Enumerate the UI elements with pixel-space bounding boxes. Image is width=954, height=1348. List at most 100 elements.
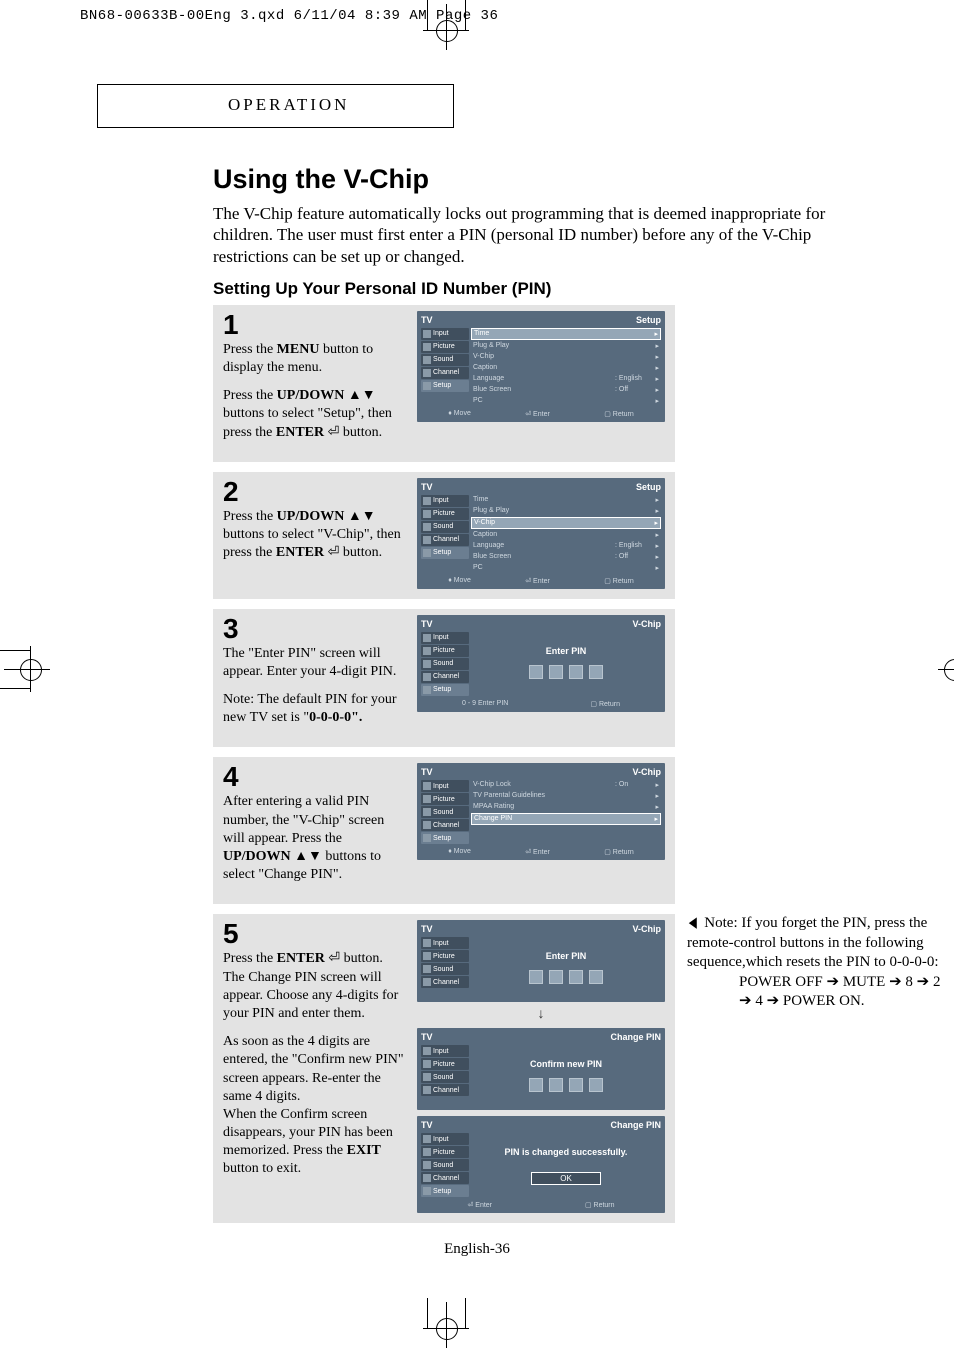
osd-tab-icon [423, 1135, 431, 1143]
pin-entry-boxes [471, 1078, 661, 1092]
chevron-right-icon: ▸ [652, 330, 658, 338]
pin-digit-box [549, 970, 563, 984]
pin-digit-box [589, 665, 603, 679]
section-label: OPERATION [228, 95, 349, 115]
osd-tv-label: TV [421, 482, 433, 492]
osd-menu-item: Plug & Play▸ [471, 341, 661, 351]
pin-digit-box [569, 1078, 583, 1092]
chevron-right-icon: ▸ [653, 542, 659, 550]
osd-center-text: Confirm new PIN [471, 1059, 661, 1069]
osd-menu-item: Time▸ [471, 495, 661, 505]
osd-menu-item: V-Chip Lock: On▸ [471, 780, 661, 790]
osd-tab: Picture [421, 341, 469, 353]
osd-foot-return: ▢ Return [604, 848, 634, 856]
osd-tab-icon [423, 343, 431, 351]
note-pointer-icon: ◀ [689, 914, 697, 934]
page-content: OPERATION Using the V-Chip The V-Chip fe… [97, 84, 857, 1258]
osd-tab: Channel [421, 976, 469, 988]
intro-paragraph: The V-Chip feature automatically locks o… [213, 203, 853, 267]
pin-digit-box [549, 665, 563, 679]
down-arrow-icon: ↓ [417, 1008, 665, 1022]
osd-tab-icon [423, 1086, 431, 1094]
osd-tab-icon [423, 939, 431, 947]
step-number: 5 [223, 920, 405, 948]
step-text: After entering a valid PIN number, the "… [223, 793, 405, 884]
osd-foot-enter: ⏎ Enter [525, 848, 550, 856]
osd-tab-icon [423, 510, 431, 518]
osd-menu-item: Plug & Play▸ [471, 506, 661, 516]
osd-foot-return: ▢ Return [590, 700, 620, 708]
osd-tab: Channel [421, 819, 469, 831]
osd-menu-item: PC▸ [471, 396, 661, 406]
print-header: BN68-00633B-00Eng 3.qxd 6/11/04 8:39 AM … [0, 0, 954, 24]
osd-screen: TVChange PINInputPictureSoundChannelConf… [417, 1028, 665, 1110]
osd-tab-icon [423, 1148, 431, 1156]
osd-tab-icon [423, 549, 431, 557]
osd-tab-icon [423, 660, 431, 668]
osd-menu-item: Language: English▸ [471, 374, 661, 384]
osd-tab: Sound [421, 1071, 469, 1083]
osd-tv-label: TV [421, 767, 433, 777]
sidebar-note: ◀ Note: If you forget the PIN, press the… [687, 914, 947, 1012]
osd-tv-label: TV [421, 1120, 433, 1130]
osd-tab: Picture [421, 645, 469, 657]
pin-entry-boxes [471, 665, 661, 679]
osd-tab: Setup [421, 547, 469, 559]
osd-tab-icon [423, 965, 431, 973]
step-number: 3 [223, 615, 405, 643]
osd-foot-enter: ⏎ Enter [525, 577, 550, 585]
chevron-right-icon: ▸ [653, 781, 659, 789]
osd-tv-label: TV [421, 924, 433, 934]
osd-tab-icon [423, 673, 431, 681]
chevron-right-icon: ▸ [653, 397, 659, 405]
osd-tab: Input [421, 632, 469, 644]
osd-tab-icon [423, 686, 431, 694]
osd-menu-item: TV Parental Guidelines▸ [471, 791, 661, 801]
step-text: The "Enter PIN" screen will appear. Ente… [223, 645, 405, 728]
osd-tab-icon [423, 1161, 431, 1169]
osd-foot-enter: ⏎ Enter [467, 1201, 492, 1209]
pin-digit-box [569, 665, 583, 679]
osd-tab: Channel [421, 367, 469, 379]
osd-title: Change PIN [610, 1120, 661, 1130]
chevron-right-icon: ▸ [653, 364, 659, 372]
osd-menu-item: V-Chip▸ [471, 517, 661, 529]
note-sequence: POWER OFF ➔ MUTE ➔ 8 ➔ 2 ➔ 4 ➔ POWER ON. [739, 973, 947, 1012]
osd-footer: ♦ Move⏎ Enter▢ Return [421, 410, 661, 418]
osd-menu-item: MPAA Rating▸ [471, 802, 661, 812]
osd-menu-item: Caption▸ [471, 530, 661, 540]
osd-footer: ♦ Move⏎ Enter▢ Return [421, 577, 661, 585]
osd-tab-icon [423, 834, 431, 842]
osd-tab: Sound [421, 354, 469, 366]
osd-tab: Picture [421, 793, 469, 805]
osd-menu-item: V-Chip▸ [471, 352, 661, 362]
chevron-right-icon: ▸ [653, 386, 659, 394]
osd-foot-return: ▢ Return [604, 410, 634, 418]
osd-foot-move: ♦ Move [448, 848, 471, 856]
chevron-right-icon: ▸ [652, 815, 658, 823]
step-text: Press the UP/DOWN ▲▼ buttons to select "… [223, 508, 405, 563]
osd-tab: Sound [421, 806, 469, 818]
osd-title: V-Chip [633, 767, 662, 777]
step-4: 4After entering a valid PIN number, the … [213, 757, 675, 904]
osd-foot-pin: 0 - 9 Enter PIN [462, 700, 508, 708]
ok-button: OK [531, 1172, 601, 1185]
osd-tab: Picture [421, 1058, 469, 1070]
chevron-right-icon: ▸ [652, 519, 658, 527]
pin-digit-box [569, 970, 583, 984]
osd-tab: Input [421, 328, 469, 340]
osd-title: Setup [636, 315, 661, 325]
osd-tab: Picture [421, 950, 469, 962]
step-text: Press the MENU button to display the men… [223, 341, 405, 442]
osd-menu-item: Language: English▸ [471, 541, 661, 551]
pin-digit-box [529, 665, 543, 679]
osd-tab-icon [423, 497, 431, 505]
osd-foot-enter: ⏎ Enter [525, 410, 550, 418]
chevron-right-icon: ▸ [653, 496, 659, 504]
step-text: Press the ENTER ⏎ button.The Change PIN … [223, 950, 405, 1178]
chevron-right-icon: ▸ [653, 792, 659, 800]
chevron-right-icon: ▸ [653, 375, 659, 383]
osd-tab: Setup [421, 1185, 469, 1197]
step-3: 3The "Enter PIN" screen will appear. Ent… [213, 609, 675, 748]
osd-tab-icon [423, 1073, 431, 1081]
